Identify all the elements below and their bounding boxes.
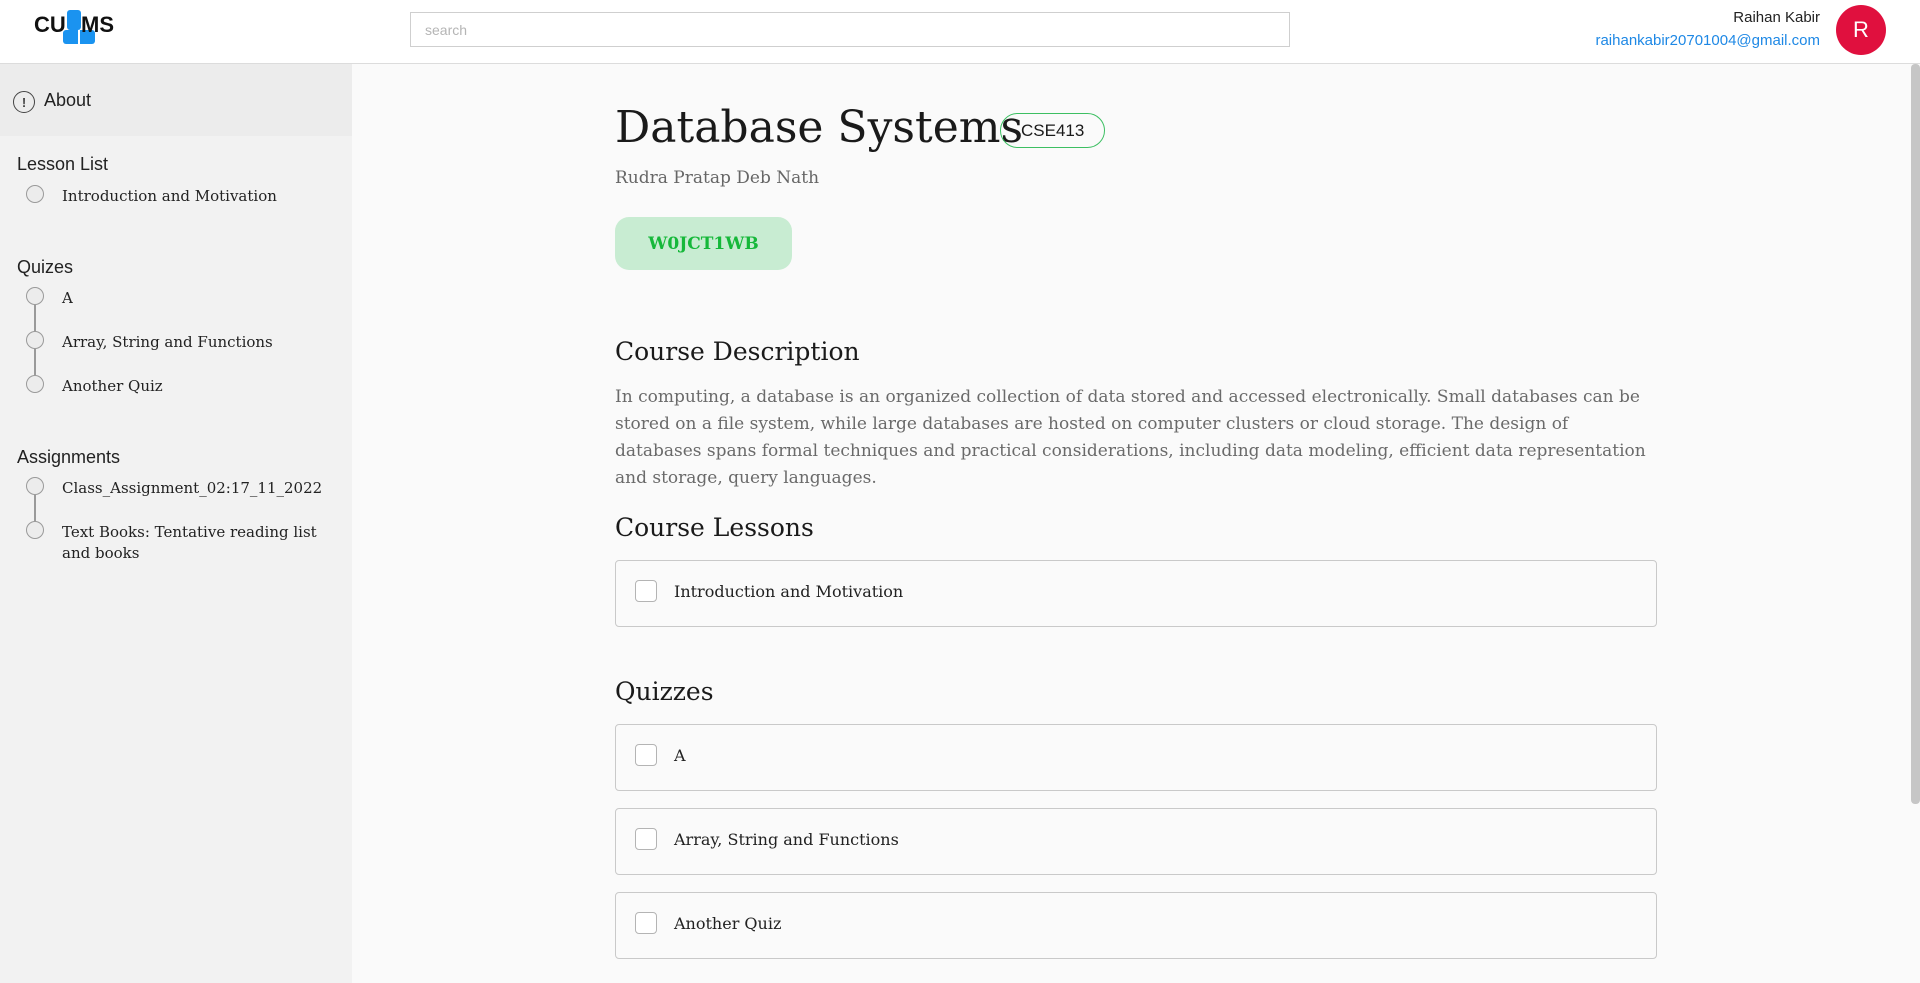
quiz-title: Another Quiz xyxy=(674,914,782,933)
course-code-badge: CSE413 xyxy=(1000,113,1106,148)
top-bar: CU MS Raihan Kabir raihankabir20701004@g… xyxy=(0,0,1920,64)
user-name: Raihan Kabir xyxy=(1733,9,1820,26)
sidebar-item-label: Class_Assignment_02:17_11_2022 xyxy=(62,479,323,497)
circle-icon xyxy=(26,375,44,393)
completion-checkbox[interactable] xyxy=(635,580,657,602)
assignments-title: Assignments xyxy=(17,447,121,467)
quizzes-title: Quizes xyxy=(17,257,74,277)
join-code-button[interactable]: W0JCT1WB xyxy=(615,217,792,270)
main-content: Database Systems CSE413 Rudra Pratap Deb… xyxy=(352,64,1920,983)
lesson-list-title: Lesson List xyxy=(17,154,109,174)
circle-icon xyxy=(26,185,44,203)
page-title: Database Systems xyxy=(615,102,1024,153)
circle-icon xyxy=(26,521,44,539)
logo-mark-top xyxy=(67,10,81,30)
app-logo[interactable]: CU MS xyxy=(34,10,124,46)
avatar[interactable]: R xyxy=(1836,5,1886,55)
sidebar-item-about[interactable]: ! About xyxy=(0,64,352,136)
sidebar-item-label: About xyxy=(44,90,92,110)
quiz-card[interactable]: Another Quiz xyxy=(615,892,1657,959)
course-lessons-heading: Course Lessons xyxy=(615,513,814,542)
sidebar-item-label: Text Books: Tentative reading list and b… xyxy=(62,523,317,562)
course-description-heading: Course Description xyxy=(615,337,860,366)
completion-checkbox[interactable] xyxy=(635,828,657,850)
completion-checkbox[interactable] xyxy=(635,744,657,766)
scrollbar[interactable] xyxy=(1911,64,1920,804)
logo-text-left: CU xyxy=(34,12,66,37)
timeline-connector xyxy=(34,495,36,521)
course-description-text: In computing, a database is an organized… xyxy=(615,387,1646,488)
quiz-title: A xyxy=(674,746,686,765)
lesson-title: Introduction and Motivation xyxy=(674,582,904,601)
sidebar-item-label: A xyxy=(62,289,73,307)
sidebar-item-label: Another Quiz xyxy=(62,377,163,395)
circle-icon xyxy=(26,287,44,305)
logo-text-right: MS xyxy=(81,12,114,37)
sidebar-item-label: Array, String and Functions xyxy=(62,333,273,351)
info-icon: ! xyxy=(13,91,35,113)
timeline-connector xyxy=(34,349,36,375)
completion-checkbox[interactable] xyxy=(635,912,657,934)
lesson-card[interactable]: Introduction and Motivation xyxy=(615,560,1657,627)
quizzes-heading: Quizzes xyxy=(615,677,714,706)
circle-icon xyxy=(26,477,44,495)
sidebar-item-label: Introduction and Motivation xyxy=(62,187,277,205)
user-email[interactable]: raihankabir20701004@gmail.com xyxy=(1595,32,1820,49)
quiz-card[interactable]: A xyxy=(615,724,1657,791)
timeline-connector xyxy=(34,305,36,331)
instructor-name: Rudra Pratap Deb Nath xyxy=(615,168,820,188)
quiz-card[interactable]: Array, String and Functions xyxy=(615,808,1657,875)
quiz-title: Array, String and Functions xyxy=(674,830,899,849)
search-input[interactable] xyxy=(410,12,1290,47)
circle-icon xyxy=(26,331,44,349)
sidebar: ! About Lesson List Introduction and Mot… xyxy=(0,64,352,983)
